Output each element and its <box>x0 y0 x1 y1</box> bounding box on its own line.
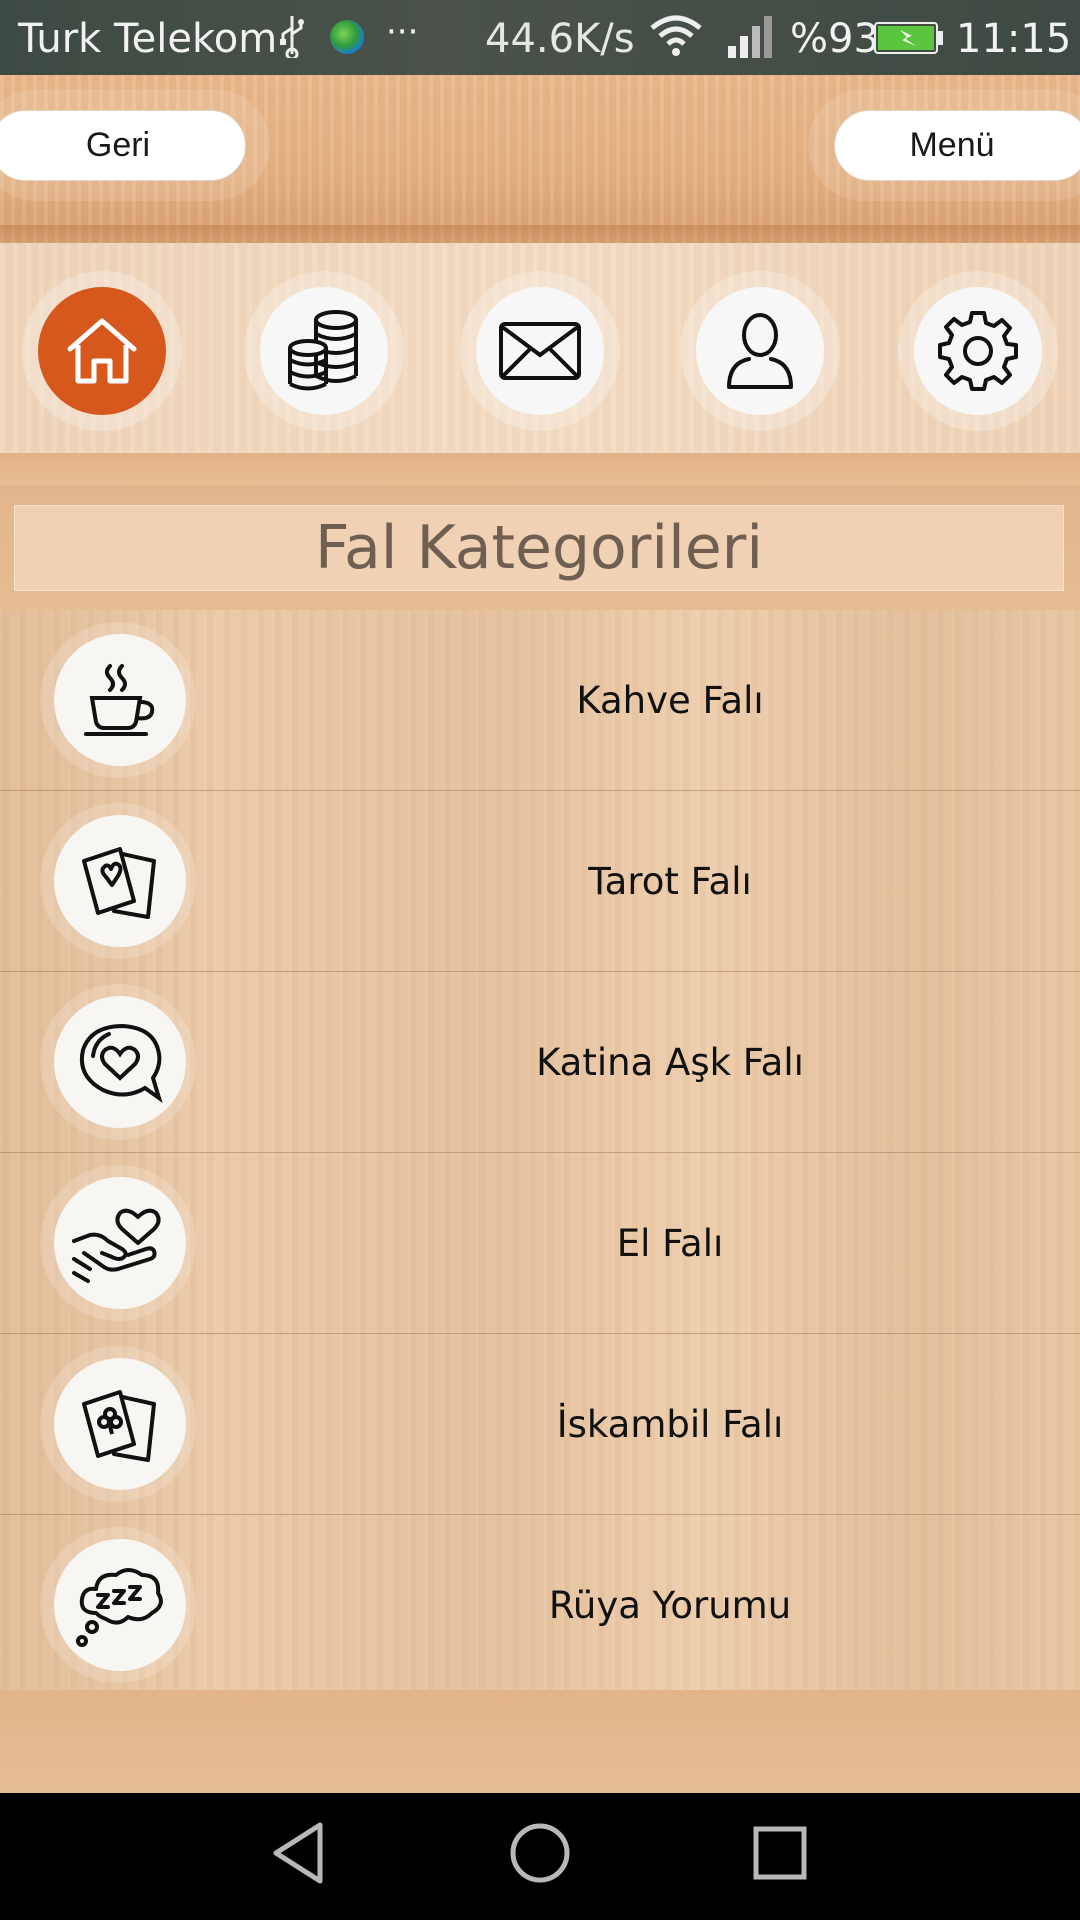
category-item-kahve[interactable]: Kahve Falı <box>0 610 1080 791</box>
home-icon <box>67 318 137 384</box>
hand-heart-icon <box>72 1208 161 1283</box>
signal-icon <box>726 16 774 62</box>
system-navigation-bar <box>0 1793 1080 1920</box>
heart-bubble-icon <box>80 1023 163 1104</box>
mail-icon <box>499 322 581 380</box>
system-back-icon[interactable] <box>270 1821 326 1890</box>
back-button[interactable]: Geri <box>0 110 246 181</box>
icon-disc <box>54 996 186 1128</box>
user-icon <box>727 313 793 389</box>
category-item-ruya[interactable]: Rüya Yorumu <box>0 1515 1080 1696</box>
list-footer <box>0 1690 1080 1793</box>
icon-disc <box>54 1539 186 1671</box>
menu-button[interactable]: Menü <box>834 110 1080 181</box>
carrier-name: Turk Telekom <box>18 16 278 62</box>
clock: 11:15 <box>956 16 1072 62</box>
icon-disc <box>54 1358 186 1490</box>
category-item-tarot[interactable]: Tarot Falı <box>0 791 1080 972</box>
category-item-katina[interactable]: Katina Aşk Falı <box>0 972 1080 1153</box>
more-icon: ··· <box>386 12 419 52</box>
category-item-el[interactable]: El Falı <box>0 1153 1080 1334</box>
wifi-icon <box>648 14 704 62</box>
section-title: Fal Kategorileri <box>314 513 764 583</box>
category-label: Tarot Falı <box>588 860 752 903</box>
category-label: İskambil Falı <box>556 1403 784 1446</box>
top-bar-shadow <box>0 225 1080 245</box>
system-home-icon[interactable] <box>508 1821 572 1890</box>
nav-profile-button[interactable] <box>680 271 840 431</box>
coffee-cup-icon <box>84 664 155 736</box>
category-label: Rüya Yorumu <box>548 1584 792 1627</box>
category-label: El Falı <box>616 1222 724 1265</box>
nav-settings-button[interactable] <box>898 271 1058 431</box>
gear-icon <box>938 311 1018 391</box>
globe-icon <box>330 20 364 54</box>
playing-cards-icon <box>82 1390 156 1462</box>
nav-profile-disc <box>696 287 824 415</box>
category-list: Kahve Falı Tarot Falı Katina Aşk Falı El… <box>0 610 1080 1696</box>
dream-cloud-icon <box>76 1568 163 1647</box>
tarot-cards-icon <box>82 847 156 919</box>
system-recents-icon[interactable] <box>750 1821 810 1890</box>
nav-home-button[interactable] <box>22 271 182 431</box>
icon-disc <box>54 1177 186 1309</box>
icon-nav-band-bottom <box>0 453 1080 485</box>
nav-mail-disc <box>476 287 604 415</box>
section-title-box: Fal Kategorileri <box>14 505 1064 591</box>
network-speed: 44.6K/s <box>485 16 635 62</box>
nav-coins-button[interactable] <box>244 271 404 431</box>
nav-coins-disc <box>260 287 388 415</box>
nav-home-disc <box>38 287 166 415</box>
icon-disc <box>54 634 186 766</box>
battery-percent: %93 <box>790 16 879 62</box>
battery-icon <box>874 22 944 58</box>
app-screen: Geri Menü Fal Kategorileri Kahve Falı Ta… <box>0 75 1080 1793</box>
nav-settings-disc <box>914 287 1042 415</box>
category-label: Katina Aşk Falı <box>536 1041 804 1084</box>
status-bar: Turk Telekom ··· 44.6K/s %93 11:15 <box>0 0 1080 75</box>
category-item-iskambil[interactable]: İskambil Falı <box>0 1334 1080 1515</box>
category-label: Kahve Falı <box>576 679 764 722</box>
usb-icon <box>278 14 306 62</box>
nav-mail-button[interactable] <box>460 271 620 431</box>
icon-disc <box>54 815 186 947</box>
coins-icon <box>288 310 358 391</box>
